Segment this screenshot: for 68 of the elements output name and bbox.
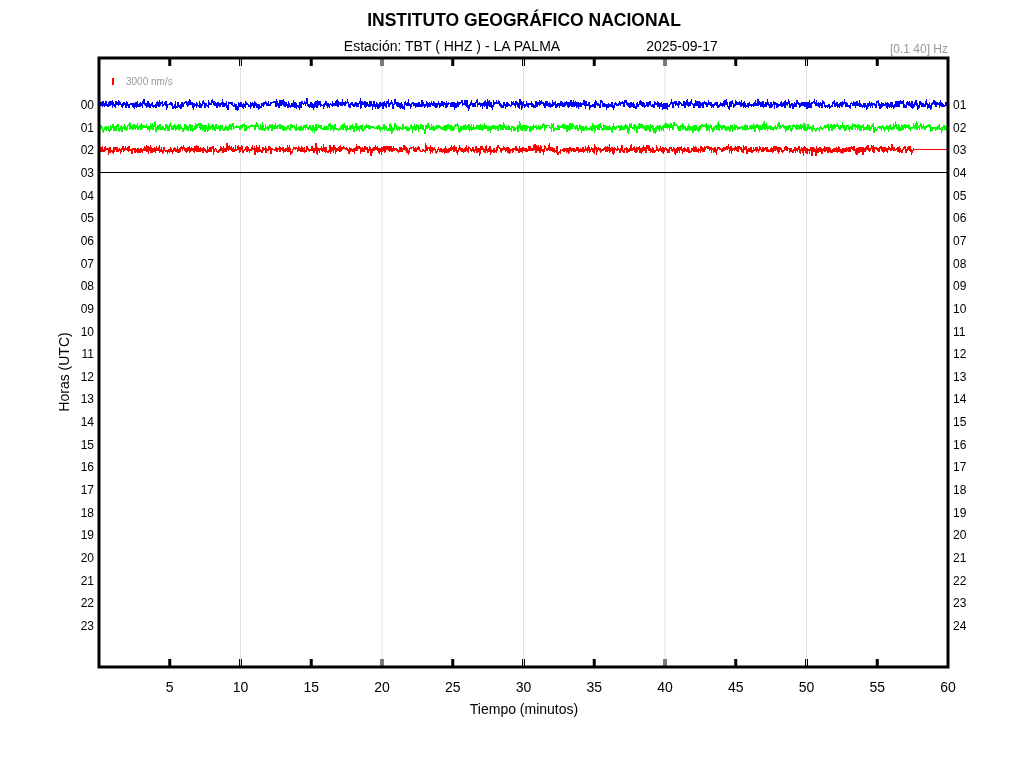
hour-label: 10 bbox=[953, 301, 967, 316]
hour-label: 23 bbox=[80, 618, 94, 633]
hour-label: 01 bbox=[80, 120, 94, 135]
hour-label: 15 bbox=[953, 415, 967, 430]
hour-label: 09 bbox=[953, 279, 967, 294]
hour-label: 13 bbox=[80, 392, 94, 407]
hour-label: 17 bbox=[80, 483, 94, 498]
hour-label: 19 bbox=[80, 528, 94, 543]
x-tick-label: 45 bbox=[727, 679, 744, 695]
hour-label: 22 bbox=[80, 596, 94, 611]
filter-label: [0.1 40] Hz bbox=[889, 42, 948, 56]
hour-label: 08 bbox=[80, 279, 94, 294]
hour-label: 19 bbox=[953, 505, 967, 520]
hour-label: 03 bbox=[953, 143, 967, 158]
scale-bar-icon bbox=[112, 78, 114, 85]
scale-label: 3000 nm/s bbox=[126, 76, 173, 87]
hour-label: 03 bbox=[80, 165, 94, 180]
x-tick-label: 15 bbox=[303, 679, 320, 695]
hour-label: 20 bbox=[80, 551, 94, 565]
x-tick-label: 30 bbox=[515, 679, 532, 695]
hour-label: 20 bbox=[953, 528, 967, 543]
hour-label: 16 bbox=[953, 437, 967, 452]
hour-label: 01 bbox=[953, 98, 967, 112]
x-tick-label: 25 bbox=[444, 679, 461, 695]
x-tick-label: 10 bbox=[232, 679, 249, 695]
hour-label: 24 bbox=[953, 618, 967, 633]
hour-label: 09 bbox=[80, 301, 94, 316]
hour-label: 04 bbox=[80, 188, 94, 203]
hour-label: 14 bbox=[953, 392, 967, 407]
x-tick-label: 35 bbox=[586, 679, 603, 695]
hour-label: 05 bbox=[953, 188, 967, 203]
date-label: 2025-09-17 bbox=[646, 38, 718, 54]
hour-label: 12 bbox=[953, 347, 967, 362]
hour-label: 23 bbox=[953, 596, 967, 611]
x-tick-label: 60 bbox=[940, 679, 956, 695]
hour-label: 04 bbox=[953, 165, 967, 180]
x-axis-label: Tiempo (minutos) bbox=[469, 701, 579, 717]
x-tick-label: 5 bbox=[165, 679, 174, 695]
hour-label: 06 bbox=[953, 211, 967, 226]
hour-label: 13 bbox=[953, 369, 967, 384]
y-axis-label: Horas (UTC) bbox=[56, 332, 72, 412]
hour-label: 16 bbox=[80, 460, 94, 475]
hour-label: 12 bbox=[80, 369, 94, 384]
hour-label: 15 bbox=[80, 437, 94, 452]
hour-label: 02 bbox=[80, 143, 94, 158]
hour-label: 00 bbox=[80, 98, 94, 112]
hour-label: 08 bbox=[953, 256, 967, 271]
hour-label: 07 bbox=[953, 233, 967, 248]
hour-label: 02 bbox=[953, 120, 967, 135]
hour-label: 21 bbox=[80, 573, 94, 588]
hour-label: 22 bbox=[953, 573, 967, 588]
x-tick-label: 20 bbox=[374, 679, 390, 695]
hour-label: 18 bbox=[80, 505, 94, 520]
hour-label: 18 bbox=[953, 483, 967, 498]
x-tick-label: 50 bbox=[798, 679, 815, 695]
hour-label: 17 bbox=[953, 460, 967, 475]
station-label: Estación: TBT ( HHZ ) - LA PALMA bbox=[343, 38, 561, 54]
x-tick-label: 55 bbox=[869, 679, 886, 695]
hour-label: 05 bbox=[80, 211, 94, 226]
hour-label: 21 bbox=[953, 551, 967, 565]
hour-label: 11 bbox=[81, 347, 94, 362]
hour-label: 14 bbox=[80, 415, 94, 430]
hour-label: 06 bbox=[80, 233, 94, 248]
hour-label: 11 bbox=[953, 324, 966, 339]
hour-label: 10 bbox=[80, 324, 94, 339]
chart-title: INSTITUTO GEOGRÁFICO NACIONAL bbox=[367, 10, 681, 30]
hour-label: 07 bbox=[80, 256, 94, 271]
x-tick-label: 40 bbox=[657, 679, 673, 695]
